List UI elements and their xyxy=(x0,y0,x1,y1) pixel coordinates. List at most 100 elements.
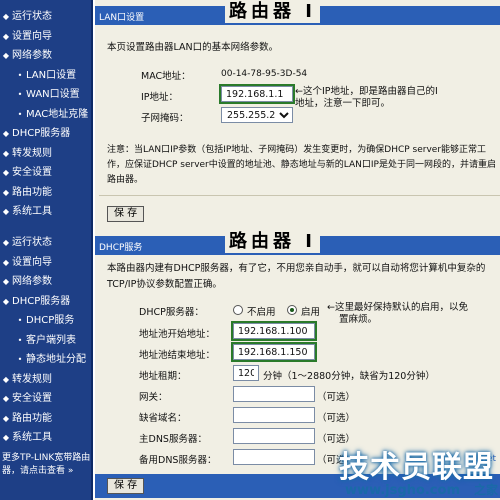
sidebar-item[interactable]: ◆ 系统工具 xyxy=(0,429,93,447)
sidebar-menu: ◆ 运行状态 ◆ 设置向导 ◆ 网络参数 • LAN口设置 • WAN口设置 • MAC地址克隆 ◆ DH… xyxy=(0,0,93,230)
sidebar-item-label: DHCP服务器 xyxy=(12,128,71,139)
bullet-icon: ◆ xyxy=(2,374,10,384)
lan-change-note: 注意：当LAN口IP参数（包括IP地址、子网掩码）发生变更时，为确保DHCP s… xyxy=(107,145,496,185)
sidebar-item[interactable]: ◆ 路由功能 xyxy=(0,184,93,202)
ip-label: IP地址： xyxy=(141,92,179,103)
subnet-mask-select[interactable]: 255.255.255.0 xyxy=(221,107,293,123)
sidebar-item[interactable]: ◆ 运行状态 xyxy=(0,8,93,26)
bullet-icon: ◆ xyxy=(2,12,10,21)
sidebar-item[interactable]: • 客户端列表 xyxy=(0,332,93,350)
save-button[interactable]: 保 存 xyxy=(107,206,145,222)
sidebar-item[interactable]: ◆ DHCP服务器 xyxy=(0,125,93,143)
sidebar-item[interactable]: ◆ 转发规则 xyxy=(0,145,93,163)
lease-unit-hint: 分钟（1～2880分钟，缺省为120分钟） xyxy=(263,371,435,382)
watermark-side: 之家 xyxy=(473,483,498,497)
bullet-icon: ◆ xyxy=(2,129,10,138)
bullet-icon: • xyxy=(17,90,23,99)
sidebar-item-label: 路由功能 xyxy=(12,412,52,424)
watermark-url: www.jsgho.com xyxy=(345,483,460,498)
primary-dns-input[interactable] xyxy=(233,428,315,444)
bullet-icon: ◆ xyxy=(2,413,10,423)
sidebar-item-label: 安全设置 xyxy=(12,393,52,404)
subnet-mask-label: 子网掩码： xyxy=(141,113,189,124)
gateway-label: 网关： xyxy=(139,392,168,403)
page-description: 本路由器内建有DHCP服务器，有了它，不用您亲自动手，就可以自动将您计算机中复杂… xyxy=(107,263,486,290)
sidebar-item-label: 设置向导 xyxy=(12,30,52,42)
optional-hint: （可选） xyxy=(317,413,356,424)
lease-input[interactable] xyxy=(233,365,259,381)
sidebar-item-label: LAN口设置 xyxy=(26,69,77,81)
primary-dns-label: 主DNS服务器： xyxy=(139,434,207,445)
sidebar-item-label: WAN口设置 xyxy=(26,89,80,100)
optional-hint: （可选） xyxy=(317,392,356,403)
pool-start-input[interactable] xyxy=(231,321,317,341)
domain-label: 缺省域名： xyxy=(139,413,187,424)
bullet-icon: • xyxy=(17,335,23,345)
sidebar-item[interactable]: ◆ 系统工具 xyxy=(0,203,93,221)
mac-label: MAC地址： xyxy=(141,71,191,82)
dhcp-enable-radio[interactable] xyxy=(287,305,297,315)
sidebar-item[interactable]: ◆ 设置向导 xyxy=(0,28,93,46)
save-button[interactable]: 保 存 xyxy=(107,478,145,494)
sidebar-item-label: 静态地址分配 xyxy=(26,354,86,365)
more-products-link[interactable]: 更多TP-LINK宽带路由器，请点击查看 » xyxy=(2,452,92,478)
domain-input[interactable] xyxy=(233,407,315,423)
page-title: DHCP服务 xyxy=(99,243,143,253)
sidebar-item[interactable]: ◆ 转发规则 xyxy=(0,371,93,389)
sidebar-item[interactable]: • DHCP服务 xyxy=(0,312,93,330)
sidebar-item-label: 运行状态 xyxy=(12,11,52,22)
dhcp-annotation: ←这里最好保持默认的启用，以免 置麻烦。 xyxy=(327,302,468,325)
sidebar-item[interactable]: • 静态地址分配 xyxy=(0,351,93,369)
bullet-icon: • xyxy=(17,70,23,80)
dhcp-server-label: DHCP服务器： xyxy=(139,307,204,318)
bullet-icon: ◆ xyxy=(2,207,10,216)
sidebar-item-label: 网络参数 xyxy=(12,276,52,287)
sidebar-item[interactable]: • WAN口设置 xyxy=(0,86,93,104)
page-description: 本页设置路由器LAN口的基本网络参数。 xyxy=(107,42,279,53)
sidebar-menu: 更多TP-LINK宽带路由器，请点击查看 » ◆ 运行状态 ◆ 设置向导 ◆ 网络参数 ◆ D… xyxy=(0,230,93,500)
watermark-logo: 技术员联盟 xyxy=(339,450,494,485)
sidebar-item-label: 设置向导 xyxy=(12,256,52,268)
sidebar-item-label: 安全设置 xyxy=(12,167,52,178)
gateway-input[interactable] xyxy=(233,386,315,402)
pool-end-input[interactable] xyxy=(231,342,317,362)
ip-address-input[interactable] xyxy=(219,84,295,104)
bullet-icon: ◆ xyxy=(2,238,10,247)
bullet-icon: ◆ xyxy=(2,31,10,41)
sidebar-item-label: 系统工具 xyxy=(12,206,52,217)
sidebar-item-label: 客户端列表 xyxy=(26,334,76,346)
bullet-icon: • xyxy=(17,316,23,325)
router-brand-title: 路由器 I xyxy=(225,0,320,23)
bullet-icon: ◆ xyxy=(2,187,10,197)
router-brand-title: 路由器 I xyxy=(225,227,320,253)
sidebar-item[interactable]: • MAC地址克隆 xyxy=(0,106,93,124)
sidebar-item[interactable]: ◆ 网络参数 xyxy=(0,273,93,291)
sidebar-item[interactable]: ◆ 路由功能 xyxy=(0,410,93,428)
bullet-icon: ◆ xyxy=(2,433,10,442)
pool-end-label: 地址池结束地址： xyxy=(139,350,216,361)
lease-label: 地址租期： xyxy=(139,371,187,382)
lan-settings-screenshot: ◆ 运行状态 ◆ 设置向导 ◆ 网络参数 • LAN口设置 • WAN口设置 • MAC地址克隆 ◆ DH… xyxy=(0,0,500,230)
sidebar-item[interactable]: ◆ 网络参数 xyxy=(0,47,93,65)
mac-value: 00-14-78-95-3D-54 xyxy=(221,69,308,79)
secondary-dns-input[interactable] xyxy=(233,449,315,465)
sidebar-item[interactable]: ◆ 设置向导 xyxy=(0,254,93,272)
content-panel: DHCP服务 路由器 I 本路由器内建有DHCP服务器，有了它，不用您亲自动手，… xyxy=(95,227,500,500)
sidebar-item[interactable]: ◆ 运行状态 xyxy=(0,234,93,252)
sidebar-item-label: DHCP服务 xyxy=(26,315,75,326)
sidebar-item[interactable]: ◆ 安全设置 xyxy=(0,390,93,408)
bullet-icon: ◆ xyxy=(2,168,10,177)
bullet-icon: ◆ xyxy=(2,296,10,306)
dhcp-disable-radio[interactable] xyxy=(233,305,243,315)
divider xyxy=(99,195,500,196)
content-panel: LAN口设置 路由器 I 本页设置路由器LAN口的基本网络参数。 MAC地址： … xyxy=(95,0,500,230)
bullet-icon: • xyxy=(17,355,23,364)
bullet-icon: ◆ xyxy=(2,277,10,286)
sidebar-item-label: 网络参数 xyxy=(12,50,52,61)
sidebar-item[interactable]: ◆ 安全设置 xyxy=(0,164,93,182)
sidebar-item[interactable]: • LAN口设置 xyxy=(0,67,93,85)
bullet-icon: ◆ xyxy=(2,394,10,403)
sidebar-item-label: 运行状态 xyxy=(12,237,52,248)
sidebar-item[interactable]: ◆ DHCP服务器 xyxy=(0,293,93,311)
dhcp-settings-screenshot: 更多TP-LINK宽带路由器，请点击查看 » ◆ 运行状态 ◆ 设置向导 ◆ 网络参数 ◆ D… xyxy=(0,227,500,500)
